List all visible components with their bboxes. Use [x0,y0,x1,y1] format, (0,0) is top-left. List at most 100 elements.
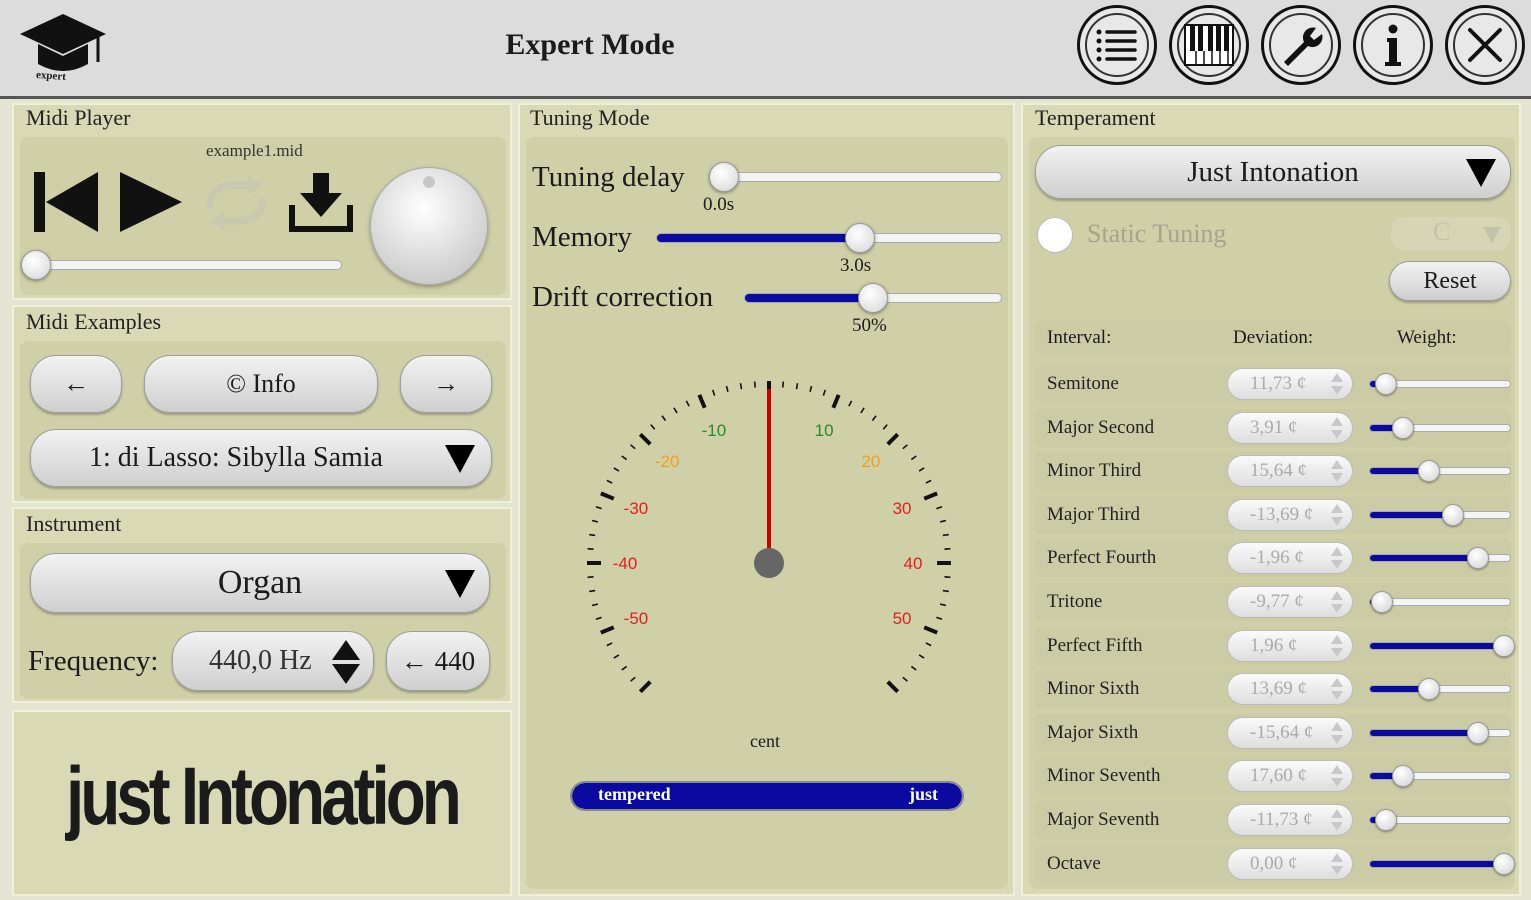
instrument-title: Instrument [26,511,122,536]
gauge-minor-tick [591,519,599,523]
interval-name: Major Sixth [1047,721,1139,743]
stepper-arrows-icon [1331,503,1343,526]
previous-example-button[interactable]: ← [30,355,122,413]
download-button[interactable] [288,171,354,240]
deviation-stepper[interactable]: 11,73 ¢ [1227,368,1353,400]
just-label: just [908,784,938,804]
settings-button[interactable] [1261,5,1341,85]
interval-row: Semitone 11,73 ¢ [1035,365,1511,403]
weight-slider-track[interactable] [1369,641,1511,650]
weight-slider-track[interactable] [1369,772,1511,781]
weight-slider-track[interactable] [1369,685,1511,694]
next-example-button[interactable]: → [400,355,492,413]
deviation-stepper[interactable]: 0,00 ¢ [1227,847,1353,880]
weight-slider-thumb[interactable] [1392,765,1415,788]
deviation-stepper[interactable]: -9,77 ¢ [1227,586,1353,618]
chevron-down-icon [445,570,475,598]
gauge-minor-tick [595,505,602,510]
interval-name: Major Second [1047,416,1155,438]
weight-slider-track[interactable] [1369,859,1511,868]
weight-slider-thumb[interactable] [1467,721,1490,744]
drift-correction-fill [745,294,874,302]
deviation-stepper[interactable]: 1,96 ¢ [1227,629,1353,662]
previous-label: ← [63,369,89,398]
gauge-minor-tick [685,400,690,407]
close-button[interactable] [1445,5,1525,85]
close-icon [1468,28,1502,62]
gauge-tick-label: 20 [861,452,880,471]
instrument-dropdown[interactable]: Organ [30,553,490,613]
temperament-dropdown[interactable]: Just Intonation [1035,145,1511,199]
weight-slider-thumb[interactable] [1392,416,1415,439]
instrument-panel: Instrument Organ Frequency: 440,0 Hz ← 4… [12,507,512,703]
deviation-stepper[interactable]: 17,60 ¢ [1227,760,1353,793]
interval-row: Minor Third 15,64 ¢ [1035,452,1511,491]
weight-slider-thumb[interactable] [1370,591,1393,613]
deviation-stepper[interactable]: -13,69 ¢ [1227,498,1353,531]
list-button[interactable] [1077,5,1157,85]
piano-button[interactable] [1169,5,1249,85]
deviation-stepper[interactable]: 13,69 ¢ [1227,673,1353,706]
gauge-minor-tick [725,385,729,393]
weight-slider-track[interactable] [1369,554,1511,563]
interval-row: Tritone -9,77 ¢ [1035,583,1511,621]
reset-button[interactable]: Reset [1389,261,1511,301]
gauge-minor-tick [661,415,667,422]
deviation-stepper[interactable]: -15,64 ¢ [1227,716,1353,749]
weight-slider-thumb[interactable] [1492,634,1515,657]
deviation-stepper[interactable]: 3,91 ¢ [1227,411,1353,444]
gauge-major-tick [923,625,938,635]
reset-label: Reset [1423,267,1477,294]
play-button[interactable] [118,170,184,239]
weight-slider-thumb[interactable] [1467,547,1490,570]
interval-row: Major Third -13,69 ¢ [1035,495,1511,534]
deviation-value: 17,60 ¢ [1250,765,1307,787]
volume-knob[interactable] [370,167,488,285]
deviation-column-header: Deviation: [1233,327,1314,348]
repeat-button[interactable] [202,175,270,236]
tuning-delay-thumb[interactable] [709,162,739,192]
memory-track[interactable] [656,233,1002,243]
gauge-minor-tick [673,407,678,414]
reset-440-label: ← 440 [400,645,476,676]
static-tuning-checkbox[interactable] [1037,217,1073,253]
gauge-minor-tick [613,654,620,659]
weight-slider-thumb[interactable] [1375,373,1398,395]
weight-slider-track[interactable] [1369,467,1511,476]
reset-440-button[interactable]: ← 440 [386,631,490,691]
logo-caption: expert [35,68,67,84]
next-label: → [433,369,459,398]
weight-slider-thumb[interactable] [1375,809,1398,831]
deviation-stepper[interactable]: 15,64 ¢ [1227,455,1353,488]
tempered-label: tempered [598,784,671,804]
memory-thumb[interactable] [845,223,876,253]
volume-knob-indicator [423,176,435,188]
tuning-delay-track[interactable] [724,172,1002,182]
deviation-value: -1,96 ¢ [1250,547,1304,569]
static-key-value: C [1433,217,1451,246]
weight-slider-thumb[interactable] [1441,503,1464,526]
drift-correction-label: Drift correction [532,281,714,313]
info-pill-button[interactable]: © Info [144,355,378,413]
weight-slider-thumb[interactable] [1417,460,1440,483]
deviation-stepper[interactable]: -1,96 ¢ [1227,542,1353,575]
gauge-minor-tick [606,479,613,484]
weight-slider-track[interactable] [1369,510,1511,519]
drift-correction-thumb[interactable] [858,283,888,313]
tuning-mode-panel: Tuning Mode Tuning delay 0.0s Memory 3.0… [518,103,1015,896]
weight-slider-thumb[interactable] [1417,678,1440,701]
deviation-stepper[interactable]: -11,73 ¢ [1227,804,1353,836]
static-key-dropdown[interactable]: C [1391,217,1511,251]
weight-slider-thumb[interactable] [1492,852,1515,875]
frequency-stepper[interactable]: 440,0 Hz [172,631,374,691]
weight-slider-track[interactable] [1369,728,1511,737]
playback-progress-track[interactable] [36,260,342,270]
deviation-value: 1,96 ¢ [1250,634,1298,656]
playback-progress-thumb[interactable] [21,250,51,280]
page-title: Expert Mode [505,28,675,61]
example-dropdown[interactable]: 1: di Lasso: Sibylla Samia [30,429,492,487]
weight-slider-track[interactable] [1369,423,1511,432]
info-button[interactable] [1353,5,1433,85]
rewind-button[interactable] [34,170,100,239]
midi-examples-panel: Midi Examples ← © Info → 1: di Lasso: Si… [12,305,512,503]
